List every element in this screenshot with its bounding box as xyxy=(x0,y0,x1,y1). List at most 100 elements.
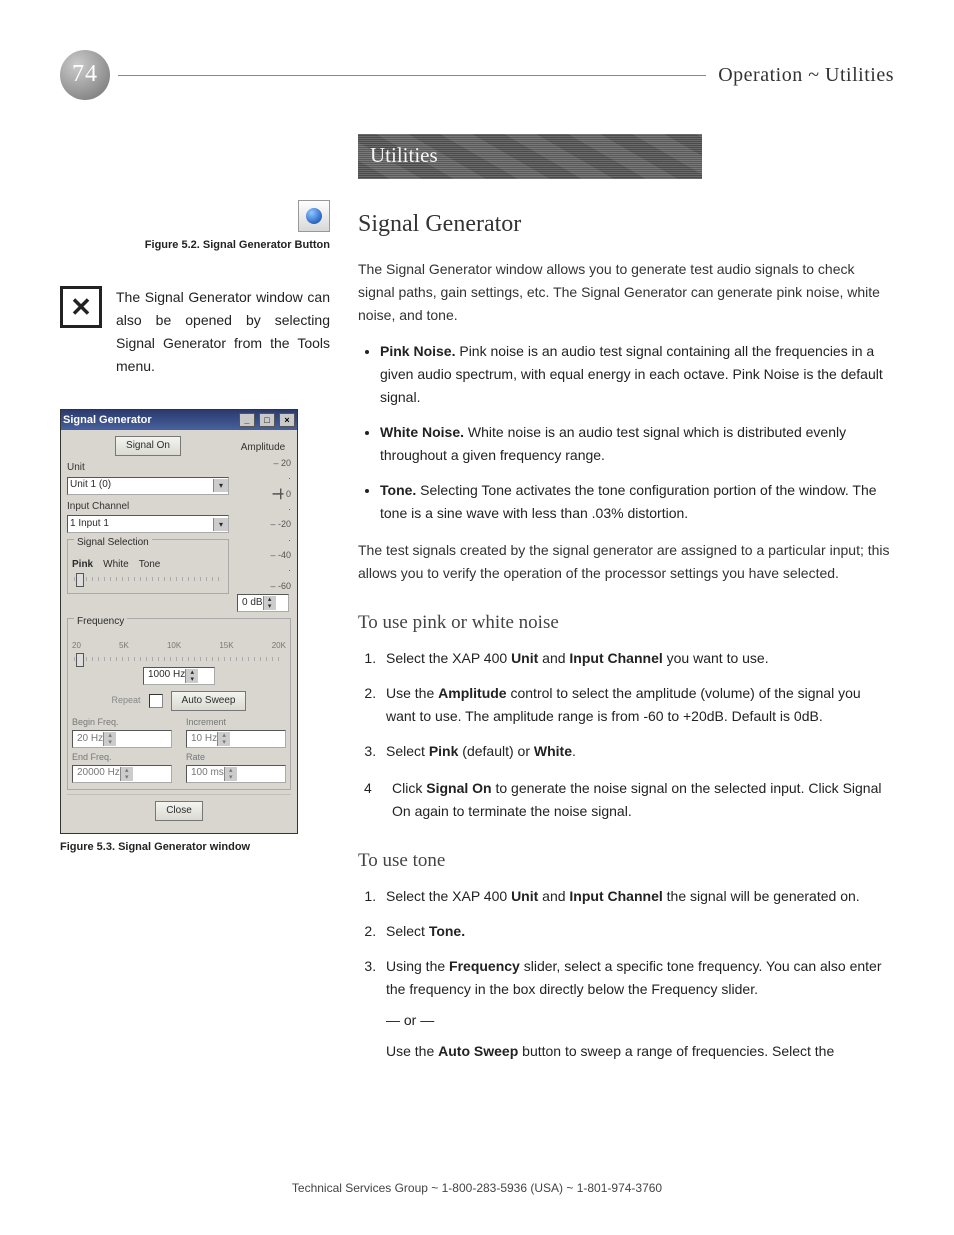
white-noise-label: White Noise. xyxy=(380,424,464,440)
begin-freq-spinner[interactable]: 20 Hz ▴▾ xyxy=(72,730,172,748)
step-number: 4 xyxy=(364,777,376,823)
tone-steps: Select the XAP 400 Unit and Input Channe… xyxy=(358,885,894,1064)
maximize-button[interactable]: □ xyxy=(259,413,275,427)
main-content: Utilities Signal Generator The Signal Ge… xyxy=(358,134,894,1077)
begin-freq-label: Begin Freq. xyxy=(72,715,172,730)
slider-thumb[interactable] xyxy=(76,653,84,667)
section-banner: Utilities xyxy=(358,134,702,179)
slider-thumb[interactable] xyxy=(76,573,84,587)
end-freq-value: 20000 Hz xyxy=(77,765,120,782)
text: and xyxy=(538,650,569,666)
text-bold: Unit xyxy=(511,650,538,666)
minimize-button[interactable]: _ xyxy=(239,413,255,427)
increment-spinner[interactable]: 10 Hz ▴▾ xyxy=(186,730,286,748)
close-window-button[interactable]: Close xyxy=(155,801,203,822)
signal-tone-option[interactable]: Tone xyxy=(139,557,161,574)
window-titlebar: Signal Generator _ □ × xyxy=(61,410,297,430)
input-channel-select[interactable]: 1 Input 1 ▾ xyxy=(67,515,229,533)
text: Select xyxy=(386,923,429,939)
auto-sweep-button[interactable]: Auto Sweep xyxy=(171,691,247,712)
chevron-down-icon: ▾ xyxy=(213,479,228,492)
page-footer: Technical Services Group ~ 1-800-283-593… xyxy=(0,1179,954,1199)
frequency-spinner[interactable]: 1000 Hz ▴▾ xyxy=(143,667,215,685)
header-rule xyxy=(118,75,706,76)
spinner-arrows-icon: ▴▾ xyxy=(217,732,230,746)
amp-tick: – -60 xyxy=(235,579,291,594)
text: Select xyxy=(386,743,429,759)
breadcrumb-section: Operation xyxy=(718,64,802,86)
chevron-down-icon: ▾ xyxy=(213,518,228,531)
list-item: Select the XAP 400 Unit and Input Channe… xyxy=(380,885,894,908)
text: Select the XAP 400 xyxy=(386,888,511,904)
signal-generator-toolbar-button[interactable] xyxy=(298,200,330,232)
text: Use the xyxy=(386,685,438,701)
text-bold: Pink xyxy=(429,743,459,759)
text: and xyxy=(538,888,569,904)
amp-tick: 0 xyxy=(286,489,291,499)
amplitude-label: Amplitude xyxy=(235,440,291,457)
window-controls: _ □ × xyxy=(238,411,295,429)
signal-pink-option[interactable]: Pink xyxy=(72,557,93,574)
page: 74 Operation ~ Utilities Figure 5.2. Sig… xyxy=(0,0,954,1235)
signal-on-button[interactable]: Signal On xyxy=(115,436,181,457)
list-item: Tone. Selecting Tone activates the tone … xyxy=(380,479,894,525)
freq-tick: 20 xyxy=(72,639,81,652)
text: Click xyxy=(392,780,426,796)
globe-icon xyxy=(306,208,322,224)
pink-noise-label: Pink Noise. xyxy=(380,343,455,359)
list-item: Select the XAP 400 Unit and Input Channe… xyxy=(380,647,894,670)
frequency-slider[interactable] xyxy=(74,657,284,661)
end-freq-spinner[interactable]: 20000 Hz ▴▾ xyxy=(72,765,172,783)
or-separator: — or — xyxy=(386,1009,894,1032)
tip-text: The Signal Generator window can also be … xyxy=(116,286,330,378)
increment-value: 10 Hz xyxy=(191,731,217,748)
tone-label: Tone. xyxy=(380,482,416,498)
text: Use the xyxy=(386,1043,438,1059)
rate-value: 100 ms xyxy=(191,765,224,782)
amplitude-spinner[interactable]: 0 dB ▴▾ xyxy=(237,594,289,612)
figure-5-3-caption: Figure 5.3. Signal Generator window xyxy=(60,838,330,856)
freq-tick: 10K xyxy=(167,639,181,652)
intro-paragraph: The Signal Generator window allows you t… xyxy=(358,258,894,327)
close-button[interactable]: × xyxy=(279,413,295,427)
heading-signal-generator: Signal Generator xyxy=(358,205,894,245)
noise-steps-cont: 4 Click Signal On to generate the noise … xyxy=(358,777,894,823)
freq-tick: 20K xyxy=(272,639,286,652)
spinner-arrows-icon: ▴▾ xyxy=(224,767,237,781)
signal-selection-slider[interactable] xyxy=(74,577,222,581)
text: button to sweep a range of frequencies. … xyxy=(518,1043,834,1059)
page-number-badge: 74 xyxy=(60,50,110,100)
spinner-arrows-icon: ▴▾ xyxy=(185,669,198,683)
pink-noise-text: Pink noise is an audio test signal conta… xyxy=(380,343,883,405)
repeat-label: Repeat xyxy=(112,693,141,708)
frequency-group: Frequency 20 5K 10K 15K 20K xyxy=(67,618,291,790)
breadcrumb-sep: ~ xyxy=(808,64,819,86)
end-freq-label: End Freq. xyxy=(72,750,172,765)
list-item: Select Pink (default) or White. xyxy=(380,740,894,763)
amp-tick: – 20 xyxy=(235,456,291,471)
amplitude-scale: – 20 · ━╋ 0 · – -20 · – -40 · – -60 xyxy=(235,456,291,594)
breadcrumb: Operation ~ Utilities xyxy=(718,59,894,92)
list-item: White Noise. White noise is an audio tes… xyxy=(380,421,894,467)
signal-white-option[interactable]: White xyxy=(103,557,129,574)
list-item: Select Tone. xyxy=(380,920,894,943)
signal-selection-label: Signal Selection xyxy=(74,535,152,552)
unit-select[interactable]: Unit 1 (0) ▾ xyxy=(67,477,229,495)
text-bold: Unit xyxy=(511,888,538,904)
text-bold: Amplitude xyxy=(438,685,506,701)
frequency-value: 1000 Hz xyxy=(148,667,185,684)
freq-tick: 5K xyxy=(119,639,129,652)
breadcrumb-sub: Utilities xyxy=(825,64,894,86)
text: the signal will be generated on. xyxy=(663,888,860,904)
tone-text: Selecting Tone activates the tone config… xyxy=(380,482,877,521)
unit-value: Unit 1 (0) xyxy=(70,477,111,494)
unit-label: Unit xyxy=(67,460,229,477)
page-header: 74 Operation ~ Utilities xyxy=(60,50,894,100)
after-bullets-paragraph: The test signals created by the signal g… xyxy=(358,539,894,585)
amp-tick: – -20 xyxy=(235,517,291,532)
text-bold: Signal On xyxy=(426,780,491,796)
rate-spinner[interactable]: 100 ms ▴▾ xyxy=(186,765,286,783)
sidebar: Figure 5.2. Signal Generator Button ✕ Th… xyxy=(60,134,330,1077)
repeat-checkbox[interactable] xyxy=(149,694,163,708)
text-bold: Input Channel xyxy=(569,650,662,666)
